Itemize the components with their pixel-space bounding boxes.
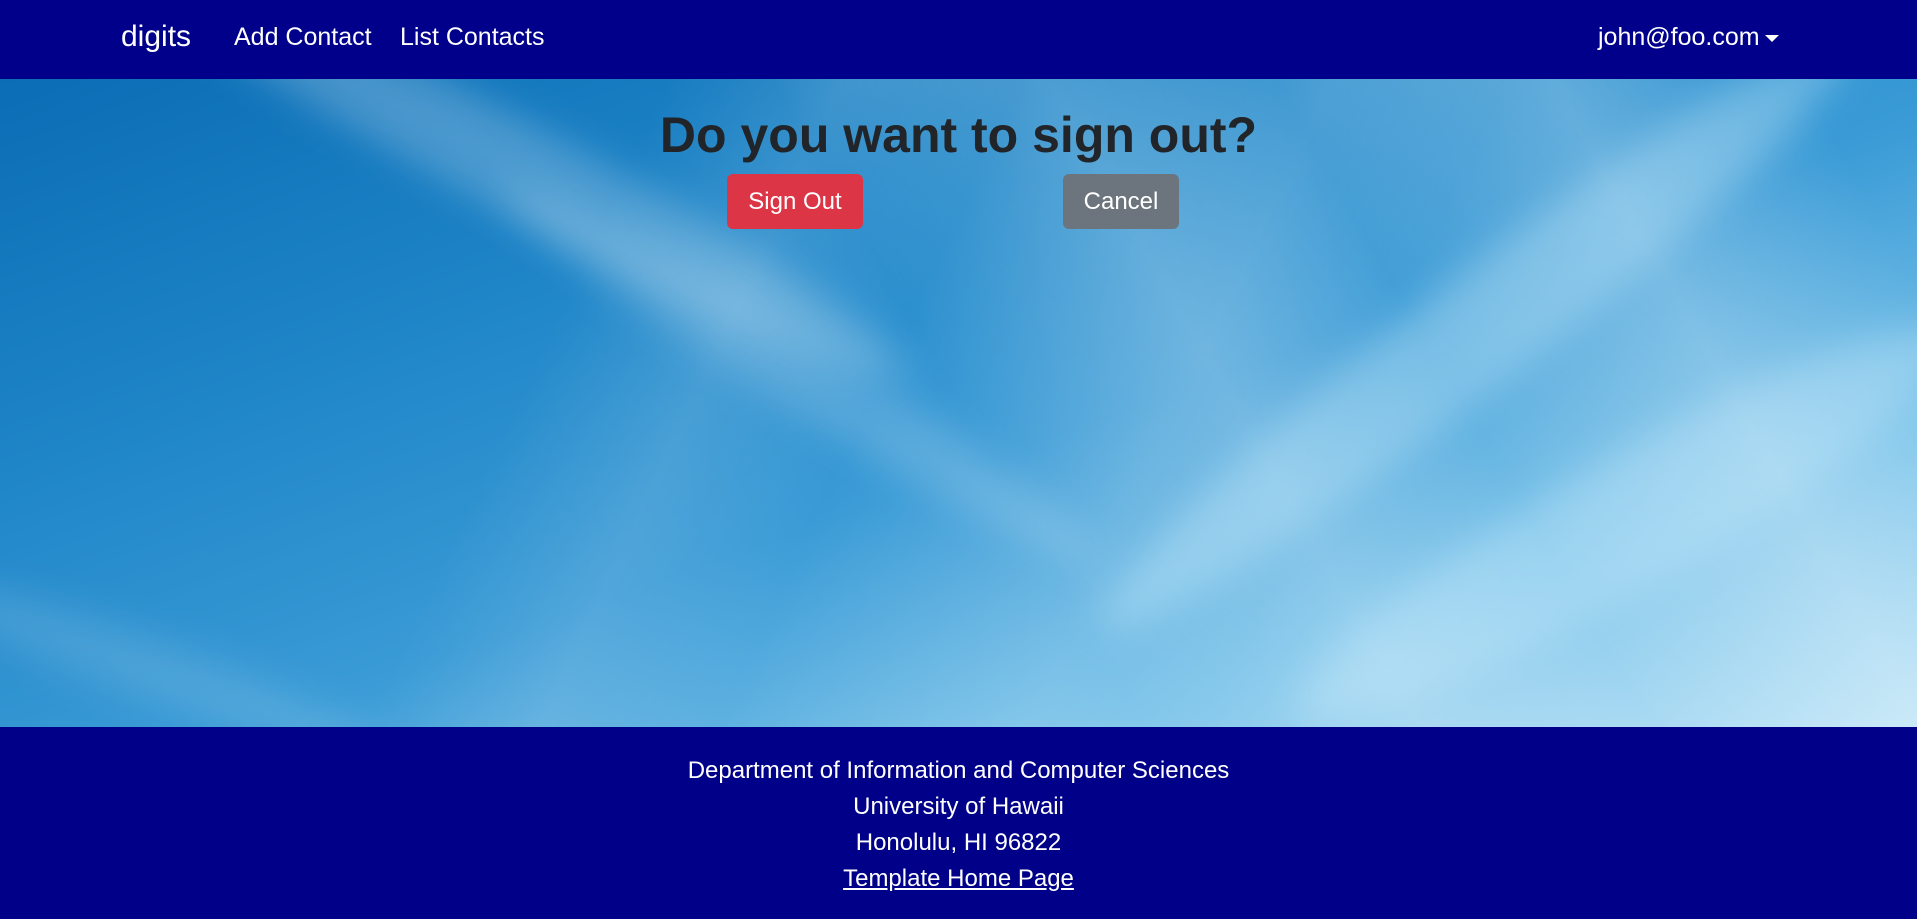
signout-section: Do you want to sign out? Sign Out Cancel [0,79,1917,727]
template-home-link[interactable]: Template Home Page [843,865,1074,892]
brand-link[interactable]: digits [121,19,191,55]
footer-address: Honolulu, HI 96822 [855,829,1062,856]
cloud-streak [0,555,396,727]
navbar: digits Add Contact List Contacts john@fo… [0,0,1917,79]
cloud-streak [1267,280,1917,727]
caret-down-icon [1764,34,1779,42]
nav-list-contacts[interactable]: List Contacts [400,22,545,52]
nav-add-contact[interactable]: Add Contact [234,22,372,52]
footer: Department of Information and Computer S… [0,727,1917,919]
user-email: john@foo.com [1598,23,1760,51]
footer-department: Department of Information and Computer S… [687,757,1230,784]
user-dropdown[interactable]: john@foo.com [1598,22,1779,52]
sign-out-button[interactable]: Sign Out [727,174,863,229]
cancel-button[interactable]: Cancel [1063,174,1179,229]
footer-university: University of Hawaii [853,793,1064,820]
page-title: Do you want to sign out? [659,107,1258,163]
